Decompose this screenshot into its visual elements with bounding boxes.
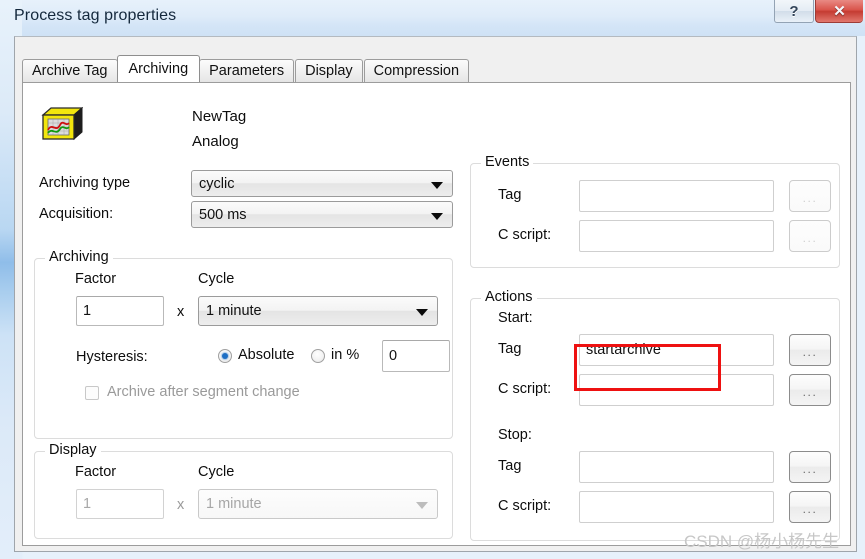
tab-strip: Archive Tag Archiving Parameters Display… (22, 55, 470, 82)
events-tag-browse-button[interactable]: ... (789, 180, 831, 212)
stop-cscript-browse-button[interactable]: ... (789, 491, 831, 523)
display-factor-input[interactable]: 1 (76, 489, 164, 519)
help-button[interactable]: ? (774, 0, 814, 23)
tag-type-label: Analog (192, 133, 239, 150)
archiving-cycle-value: 1 minute (206, 303, 262, 319)
events-group: Events Tag ... C script: ... (470, 154, 840, 268)
actions-start-label: Start: (498, 310, 533, 326)
archiving-type-value: cyclic (199, 175, 235, 192)
events-cscript-input[interactable] (579, 220, 774, 252)
start-tag-browse-button[interactable]: ... (789, 334, 831, 366)
display-cycle-combo[interactable]: 1 minute (198, 489, 438, 519)
hysteresis-percent-radio[interactable] (311, 349, 325, 363)
tab-archiving[interactable]: Archiving (116, 55, 201, 82)
watermark-text: CSDN @杨小杨先生 (684, 532, 840, 551)
actions-stop-tag-label: Tag (498, 458, 522, 474)
actions-start-tag-label: Tag (498, 341, 522, 357)
close-button[interactable]: ✕ (815, 0, 863, 23)
hysteresis-label: Hysteresis: (76, 349, 148, 365)
tab-page-archiving: NewTag Analog Archiving type cyclic Acqu… (22, 82, 851, 546)
archiving-type-label: Archiving type (39, 175, 131, 191)
events-cscript-browse-button[interactable]: ... (789, 220, 831, 252)
window-title: Process tag properties (14, 7, 177, 24)
archiving-group-title: Archiving (45, 249, 113, 265)
start-tag-input[interactable]: startarchive (579, 334, 774, 366)
display-factor-label: Factor (75, 464, 117, 480)
start-cscript-input[interactable] (579, 374, 774, 406)
archiving-group: Archiving Factor Cycle 1 x 1 minute Hyst… (34, 249, 453, 439)
display-cycle-value: 1 minute (206, 496, 262, 512)
tab-archive-tag[interactable]: Archive Tag (22, 59, 118, 82)
start-cscript-browse-button[interactable]: ... (789, 374, 831, 406)
archiving-multiply-symbol: x (177, 304, 185, 320)
display-cycle-label: Cycle (198, 464, 235, 480)
tab-parameters[interactable]: Parameters (199, 59, 295, 82)
application-window: Process tag properties ? ✕ Archive Tag A… (0, 0, 865, 559)
stop-tag-input[interactable] (579, 451, 774, 483)
actions-stop-cscript-label: C script: (498, 498, 552, 514)
actions-group-title: Actions (481, 289, 537, 305)
stop-cscript-input[interactable] (579, 491, 774, 523)
chevron-down-icon (416, 309, 428, 316)
actions-stop-label: Stop: (498, 427, 532, 443)
display-group: Display Factor Cycle 1 x 1 minute (34, 442, 453, 539)
stop-tag-browse-button[interactable]: ... (789, 451, 831, 483)
archiving-cycle-combo[interactable]: 1 minute (198, 296, 438, 326)
hysteresis-absolute-radio[interactable] (218, 349, 232, 363)
events-cscript-label: C script: (498, 227, 552, 243)
acquisition-label: Acquisition: (39, 206, 114, 222)
acquisition-value: 500 ms (199, 206, 247, 223)
actions-group: Actions Start: Tag startarchive ... C sc… (470, 289, 840, 541)
archive-after-segment-change-checkbox[interactable] (85, 386, 99, 400)
hysteresis-percent-label: in % (331, 347, 360, 363)
tag-name-label: NewTag (192, 108, 247, 125)
archiving-type-combo[interactable]: cyclic (191, 170, 453, 197)
chevron-down-icon (431, 212, 443, 220)
events-tag-label: Tag (498, 187, 522, 203)
hysteresis-value-input[interactable]: 0 (382, 340, 450, 372)
tab-display[interactable]: Display (295, 59, 363, 82)
tab-compression[interactable]: Compression (363, 59, 470, 82)
display-group-title: Display (45, 442, 101, 458)
window-controls: ? ✕ (773, 0, 863, 24)
archiving-factor-input[interactable]: 1 (76, 296, 164, 326)
events-tag-input[interactable] (579, 180, 774, 212)
archive-after-segment-change-label: Archive after segment change (107, 384, 300, 400)
display-multiply-symbol: x (177, 497, 185, 513)
events-group-title: Events (481, 154, 534, 170)
archiving-cycle-label: Cycle (198, 271, 235, 287)
actions-start-cscript-label: C script: (498, 381, 552, 397)
archiving-factor-label: Factor (75, 271, 117, 287)
hysteresis-absolute-label: Absolute (238, 347, 295, 363)
archive-tag-icon (41, 106, 83, 141)
acquisition-combo[interactable]: 500 ms (191, 201, 453, 228)
chevron-down-icon (431, 181, 443, 189)
chevron-down-icon (416, 502, 428, 509)
